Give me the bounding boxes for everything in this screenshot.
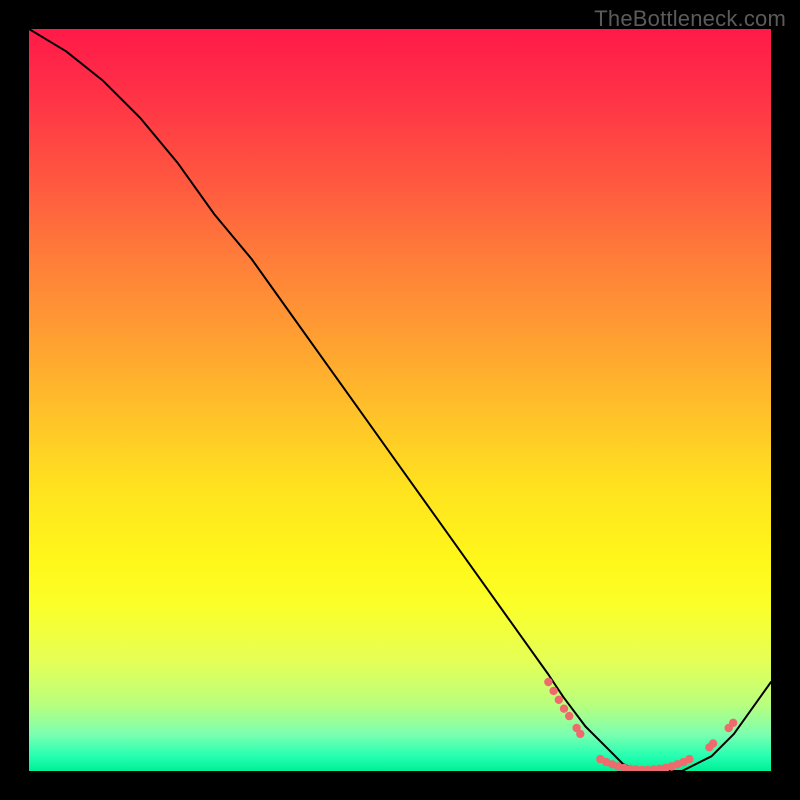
- chart-svg: [29, 29, 771, 771]
- highlight-dot: [560, 705, 568, 713]
- highlight-dot: [709, 739, 717, 747]
- highlight-dot: [576, 730, 584, 738]
- highlight-dot: [729, 719, 737, 727]
- highlight-dot: [549, 687, 557, 695]
- chart-plot-area: [29, 29, 771, 771]
- highlight-dot: [685, 755, 693, 763]
- watermark-text: TheBottleneck.com: [594, 6, 786, 32]
- highlight-dot: [555, 696, 563, 704]
- bottleneck-curve-path: [29, 29, 771, 771]
- highlight-dot: [565, 712, 573, 720]
- highlight-dot: [544, 678, 552, 686]
